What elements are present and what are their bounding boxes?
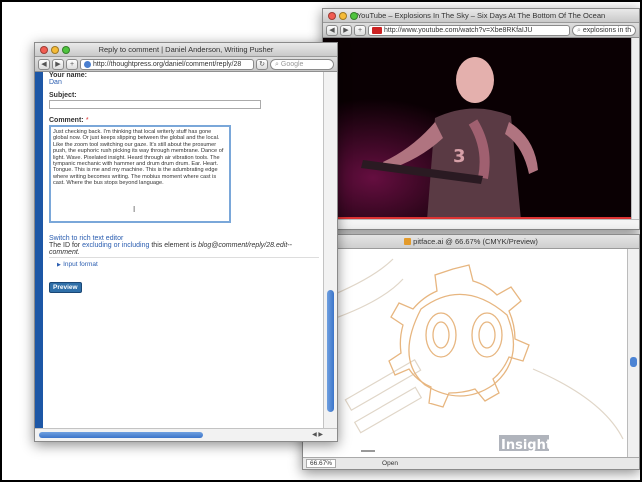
close-button[interactable] xyxy=(40,46,48,54)
forward-button[interactable]: ▶ xyxy=(52,58,64,70)
window-controls xyxy=(328,12,358,20)
input-format-toggle[interactable]: ▶ Input format xyxy=(49,257,319,268)
youtube-browser-window: YouTube – Explosions In The Sky – Six Da… xyxy=(322,8,640,230)
illustrator-vertical-scrollbar[interactable] xyxy=(627,249,639,459)
reply-window-titlebar[interactable]: Reply to comment | Daniel Anderson, Writ… xyxy=(35,43,337,57)
video-player[interactable]: 3 xyxy=(323,38,633,220)
ai-file-icon xyxy=(404,238,412,245)
youtube-window-title: YouTube – Explosions In The Sky – Six Da… xyxy=(356,11,606,20)
reply-page-content: Your name: Dan Subject: Comment: * Just … xyxy=(35,72,325,430)
youtube-favicon-icon xyxy=(372,26,382,34)
youtube-url-text: http://www.youtube.com/watch?v=Xbe8RKfaI… xyxy=(384,26,533,34)
name-value: Dan xyxy=(49,79,62,86)
subject-label: Subject: xyxy=(49,92,77,99)
forward-button[interactable]: ▶ xyxy=(340,24,352,36)
triangle-right-icon: ▶ xyxy=(57,262,61,268)
illustrator-titlebar[interactable]: pitface.ai @ 66.67% (CMYK/Preview) xyxy=(303,235,639,249)
comment-text: Just checking back. I'm thinking that lo… xyxy=(53,129,224,187)
svg-text:3: 3 xyxy=(453,146,466,167)
youtube-search-field[interactable]: ⌕ explosions in th xyxy=(572,24,636,36)
add-bookmark-button[interactable]: + xyxy=(354,24,366,36)
comment-label-row: Comment: * xyxy=(49,115,319,124)
reply-browser-window: Reply to comment | Daniel Anderson, Writ… xyxy=(34,42,338,442)
zoom-button[interactable] xyxy=(350,12,358,20)
insights-art-text: Insights xyxy=(501,438,560,453)
subject-input[interactable] xyxy=(49,100,261,109)
comment-label: Comment: xyxy=(49,117,84,124)
reply-horizontal-scroll-thumb[interactable] xyxy=(39,432,203,438)
element-id-line: The ID for excluding or including this e… xyxy=(49,242,319,256)
youtube-window-titlebar[interactable]: YouTube – Explosions In The Sky – Six Da… xyxy=(323,9,639,23)
reply-horizontal-scrollbar[interactable]: ◀ ▶ xyxy=(35,428,337,441)
excluding-including-link[interactable]: excluding or including xyxy=(82,242,149,249)
globe-icon xyxy=(84,60,91,68)
close-button[interactable] xyxy=(328,12,336,20)
window-controls xyxy=(40,46,70,54)
guitarist-silhouette: 3 xyxy=(361,57,538,220)
zoom-level-field[interactable]: 66.67% xyxy=(306,459,337,468)
illustrator-window-title: pitface.ai @ 66.67% (CMYK/Preview) xyxy=(413,237,538,246)
artboard[interactable]: Insights xyxy=(303,249,629,459)
reply-toolbar: ◀ ▶ + http://thoughtpress.org/daniel/com… xyxy=(35,57,337,72)
minimize-button[interactable] xyxy=(339,12,347,20)
youtube-horizontal-scrollbar[interactable] xyxy=(323,219,639,229)
comment-form: Your name: Dan Subject: Comment: * Just … xyxy=(49,72,319,293)
input-format-link: Input format xyxy=(63,261,98,268)
reply-url-field[interactable]: http://thoughtpress.org/daniel/comment/r… xyxy=(80,58,254,70)
minimize-button[interactable] xyxy=(51,46,59,54)
back-button[interactable]: ◀ xyxy=(38,58,50,70)
google-search-field[interactable]: ⌕ Google xyxy=(270,58,334,70)
youtube-url-field[interactable]: http://www.youtube.com/watch?v=Xbe8RKfaI… xyxy=(368,24,570,36)
desktop: YouTube – Explosions In The Sky – Six Da… xyxy=(2,2,640,480)
youtube-toolbar: ◀ ▶ + http://www.youtube.com/watch?v=Xbe… xyxy=(323,23,639,38)
illustrator-scroll-thumb[interactable] xyxy=(630,357,637,367)
reload-button[interactable]: ↻ xyxy=(256,58,268,70)
name-label: Your name: xyxy=(49,72,87,79)
id-mid-text: this element is xyxy=(151,242,197,249)
rich-text-editor-link[interactable]: Switch to rich text editor xyxy=(49,235,319,242)
required-marker: * xyxy=(85,117,89,124)
reply-vertical-scrollbar[interactable] xyxy=(323,72,337,430)
status-text: Open xyxy=(382,460,398,467)
google-search-placeholder: Google xyxy=(280,60,304,68)
zoom-button[interactable] xyxy=(62,46,70,54)
text-cursor-icon: I xyxy=(133,205,136,214)
back-button[interactable]: ◀ xyxy=(326,24,338,36)
pitface-artwork: Insights xyxy=(303,258,624,453)
youtube-search-text: explosions in th xyxy=(582,26,632,34)
reply-url-text: http://thoughtpress.org/daniel/comment/r… xyxy=(93,60,242,68)
reply-window-title: Reply to comment | Daniel Anderson, Writ… xyxy=(98,45,274,54)
preview-button[interactable]: Preview xyxy=(49,282,82,293)
comment-textarea[interactable]: Just checking back. I'm thinking that lo… xyxy=(49,125,231,223)
add-bookmark-button[interactable]: + xyxy=(66,58,78,70)
youtube-vertical-scrollbar[interactable] xyxy=(631,38,639,220)
illustrator-status-bar: 66.67% Open xyxy=(303,457,639,469)
scroll-arrows-icon[interactable]: ◀ ▶ xyxy=(312,431,323,438)
page-sidebar-edge xyxy=(35,72,43,430)
id-prefix-text: The ID for xyxy=(49,242,81,249)
illustrator-document-window: pitface.ai @ 66.67% (CMYK/Preview) Insig… xyxy=(302,234,640,470)
reply-vertical-scroll-thumb[interactable] xyxy=(327,290,334,412)
